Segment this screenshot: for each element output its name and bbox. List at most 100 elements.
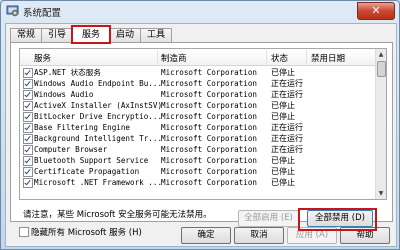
cancel-button[interactable]: 取消 bbox=[234, 227, 284, 244]
service-checkbox[interactable] bbox=[23, 178, 33, 188]
manufacturer: Microsoft Corporation bbox=[161, 156, 258, 165]
hide-microsoft-services-checkbox[interactable] bbox=[19, 227, 29, 237]
vertical-scrollbar[interactable]: ▲ ▼ bbox=[375, 49, 386, 199]
list-header: 服务 制造商 状态 禁用日期 bbox=[20, 49, 376, 66]
service-checkbox[interactable] bbox=[23, 112, 33, 122]
service-name: Bluetooth Support Service bbox=[34, 156, 149, 165]
service-name: Microsoft .NET Framework ... bbox=[34, 178, 163, 187]
scroll-down-icon[interactable]: ▼ bbox=[377, 189, 385, 198]
help-button[interactable]: 帮助 bbox=[340, 227, 390, 244]
status: 已停止 bbox=[271, 167, 295, 176]
tab-label: 常规 bbox=[16, 30, 35, 40]
manufacturer: Microsoft Corporation bbox=[161, 79, 258, 88]
system-config-icon bbox=[6, 5, 19, 17]
table-row[interactable]: Background Intelligent Tr... Microsoft Co… bbox=[20, 133, 376, 144]
table-row[interactable]: Microsoft .NET Framework ... Microsoft Co… bbox=[20, 177, 376, 188]
ok-button[interactable]: 确定 bbox=[181, 227, 231, 244]
disable-all-button[interactable]: 全部禁用 (D) bbox=[307, 210, 373, 227]
manufacturer: Microsoft Corporation bbox=[161, 134, 258, 143]
service-checkbox[interactable] bbox=[23, 134, 33, 144]
button-label: 帮助 bbox=[356, 230, 374, 240]
button-label: 全部禁用 (D) bbox=[315, 213, 365, 223]
service-name: Certificate Propagation bbox=[34, 167, 140, 176]
service-checkbox[interactable] bbox=[23, 156, 33, 166]
service-name: Windows Audio bbox=[34, 90, 94, 99]
status: 正在运行 bbox=[271, 123, 303, 132]
tab-label: 启动 bbox=[115, 30, 134, 40]
status: 正在运行 bbox=[271, 90, 303, 99]
tab-services[interactable]: 服务 bbox=[72, 26, 110, 43]
close-icon: ✕ bbox=[371, 4, 381, 17]
status: 正在运行 bbox=[271, 79, 303, 88]
status: 已停止 bbox=[271, 178, 295, 187]
tab-label: 工具 bbox=[146, 30, 165, 40]
table-row[interactable]: Bluetooth Support Service Microsoft Corpo… bbox=[20, 155, 376, 166]
table-row[interactable]: BitLocker Drive Encryptio... Microsoft Co… bbox=[20, 111, 376, 122]
tab-startup[interactable]: 启动 bbox=[109, 28, 141, 42]
status: 正在运行 bbox=[271, 145, 303, 154]
service-name: Background Intelligent Tr... bbox=[34, 134, 163, 143]
services-list[interactable]: 服务 制造商 状态 禁用日期 ASP.NET 状态服务 Microsoft Cor… bbox=[19, 48, 387, 200]
column-divider[interactable] bbox=[157, 50, 158, 64]
manufacturer: Microsoft Corporation bbox=[161, 145, 258, 154]
manufacturer: Microsoft Corporation bbox=[161, 167, 258, 176]
window-title: 系统配置 bbox=[23, 8, 62, 19]
status: 已停止 bbox=[271, 68, 295, 77]
manufacturer: Microsoft Corporation bbox=[161, 101, 258, 110]
hide-microsoft-services-label[interactable]: 隐藏所有 Microsoft 服务 (H) bbox=[31, 226, 142, 238]
close-button[interactable]: ✕ bbox=[357, 2, 395, 20]
status: 已停止 bbox=[271, 112, 295, 121]
enable-all-button[interactable]: 全部启用 (E) bbox=[238, 210, 299, 227]
manufacturer: Microsoft Corporation bbox=[161, 123, 258, 132]
apply-button[interactable]: 应用 (A) bbox=[287, 227, 337, 244]
table-row[interactable]: Windows Audio Endpoint Bu... Microsoft Co… bbox=[20, 78, 376, 89]
tab-general[interactable]: 常规 bbox=[10, 28, 42, 42]
button-label: 确定 bbox=[197, 230, 215, 240]
service-name: ASP.NET 状态服务 bbox=[34, 68, 101, 77]
service-checkbox[interactable] bbox=[23, 90, 33, 100]
manufacturer: Microsoft Corporation bbox=[161, 68, 258, 77]
table-row[interactable]: Base Filtering Engine Microsoft Corporati… bbox=[20, 122, 376, 133]
service-checkbox[interactable] bbox=[23, 145, 33, 155]
tab-label: 引导 bbox=[47, 30, 66, 40]
dialog-client: 常规 引导 服务 启动 工具 服务 制造商 状态 禁用日期 ASP.NET 状态… bbox=[5, 23, 397, 247]
manufacturer: Microsoft Corporation bbox=[161, 90, 258, 99]
service-checkbox[interactable] bbox=[23, 123, 33, 133]
tab-boot[interactable]: 引导 bbox=[41, 28, 73, 42]
table-row[interactable]: ActiveX Installer (AxInstSV) Microsoft Co… bbox=[20, 100, 376, 111]
column-divider[interactable] bbox=[266, 50, 267, 64]
service-checkbox[interactable] bbox=[23, 167, 33, 177]
tab-label: 服务 bbox=[81, 30, 100, 40]
services-panel: 服务 制造商 状态 禁用日期 ASP.NET 状态服务 Microsoft Cor… bbox=[10, 42, 393, 238]
column-header-service[interactable]: 服务 bbox=[34, 52, 51, 64]
manufacturer: Microsoft Corporation bbox=[161, 112, 258, 121]
status: 已停止 bbox=[271, 101, 295, 110]
button-label: 全部启用 (E) bbox=[244, 213, 293, 223]
tab-tools[interactable]: 工具 bbox=[140, 28, 172, 42]
table-row[interactable]: Computer Browser Microsoft Corporation 正在运… bbox=[20, 144, 376, 155]
column-divider[interactable] bbox=[306, 50, 307, 64]
service-checkbox[interactable] bbox=[23, 101, 33, 111]
service-name: Windows Audio Endpoint Bu... bbox=[34, 79, 163, 88]
table-row[interactable]: Windows Audio Microsoft Corporation 正在运行 bbox=[20, 89, 376, 100]
service-name: Base Filtering Engine bbox=[34, 123, 131, 132]
table-row[interactable]: Certificate Propagation Microsoft Corpora… bbox=[20, 166, 376, 177]
button-label: 应用 (A) bbox=[295, 230, 329, 240]
service-name: ActiveX Installer (AxInstSV) bbox=[34, 101, 163, 110]
service-name: BitLocker Drive Encryptio... bbox=[34, 112, 163, 121]
table-row[interactable]: ASP.NET 状态服务 Microsoft Corporation 已停止 bbox=[20, 67, 376, 78]
security-note: 请注意，某些 Microsoft 安全服务可能无法禁用。 bbox=[23, 210, 212, 220]
service-checkbox[interactable] bbox=[23, 68, 33, 78]
manufacturer: Microsoft Corporation bbox=[161, 178, 258, 187]
scroll-up-icon[interactable]: ▲ bbox=[377, 50, 385, 59]
column-header-status[interactable]: 状态 bbox=[271, 52, 288, 64]
column-header-disable-date[interactable]: 禁用日期 bbox=[311, 52, 345, 64]
column-header-manufacturer[interactable]: 制造商 bbox=[161, 52, 187, 64]
scrollbar-thumb[interactable] bbox=[377, 61, 386, 77]
button-label: 取消 bbox=[250, 230, 268, 240]
status: 正在运行 bbox=[271, 134, 303, 143]
service-name: Computer Browser bbox=[34, 145, 108, 154]
title-bar[interactable]: 系统配置 ✕ bbox=[1, 1, 399, 21]
service-checkbox[interactable] bbox=[23, 79, 33, 89]
system-config-window: 系统配置 ✕ 常规 引导 服务 启动 工具 服务 制造商 状态 禁用日期 ASP… bbox=[0, 0, 400, 250]
